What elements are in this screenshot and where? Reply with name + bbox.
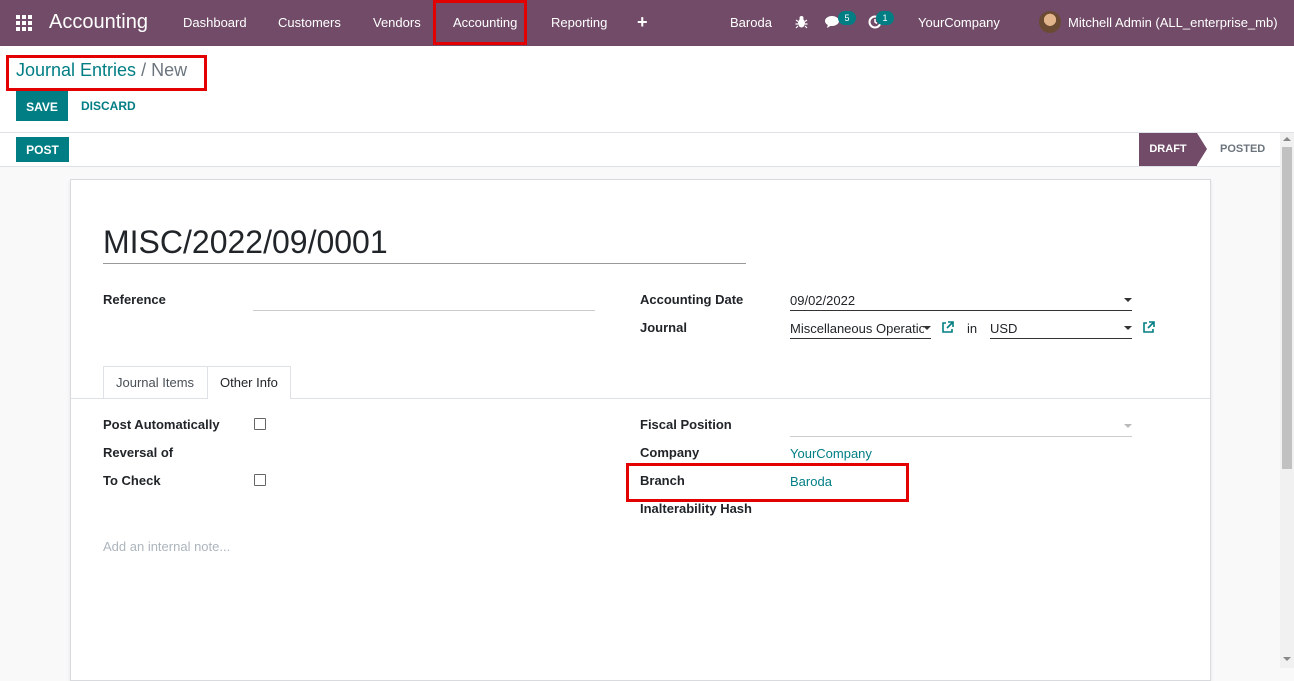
app-name[interactable]: Accounting bbox=[49, 11, 148, 34]
company-label: Company bbox=[640, 445, 700, 460]
journal-underline bbox=[790, 338, 931, 339]
breadcrumb: Journal Entries / New bbox=[16, 60, 187, 81]
fiscal-position-select[interactable] bbox=[790, 436, 1132, 437]
reference-label: Reference bbox=[103, 292, 166, 307]
post-automatically-checkbox[interactable] bbox=[254, 418, 266, 430]
scroll-down-icon[interactable] bbox=[1283, 657, 1291, 661]
post-button[interactable]: POST bbox=[16, 137, 69, 162]
save-button[interactable]: SAVE bbox=[16, 91, 68, 121]
branch-link[interactable]: Baroda bbox=[790, 474, 832, 489]
accounting-date-input[interactable]: 09/02/2022 bbox=[790, 293, 855, 308]
menu-vendors[interactable]: Vendors bbox=[373, 15, 421, 30]
internal-note-input[interactable]: Add an internal note... bbox=[103, 539, 230, 554]
scrollbar-thumb[interactable] bbox=[1282, 147, 1292, 469]
apps-menu-icon[interactable] bbox=[16, 15, 33, 31]
menu-customers[interactable]: Customers bbox=[278, 15, 341, 30]
plus-icon[interactable]: + bbox=[637, 12, 648, 33]
messages-badge: 5 bbox=[838, 11, 856, 25]
menu-accounting[interactable]: Accounting bbox=[453, 15, 517, 30]
tab-other-info[interactable]: Other Info bbox=[207, 366, 291, 399]
to-check-label: To Check bbox=[103, 473, 161, 488]
statusbar: POST DRAFT POSTED bbox=[0, 133, 1280, 167]
accounting-date-label: Accounting Date bbox=[640, 292, 744, 307]
company-switcher[interactable]: YourCompany bbox=[918, 15, 1000, 30]
in-label: in bbox=[967, 321, 978, 336]
company-link[interactable]: YourCompany bbox=[790, 446, 872, 461]
external-link-icon[interactable] bbox=[941, 321, 954, 334]
post-automatically-label: Post Automatically bbox=[103, 417, 220, 432]
chevron-down-icon[interactable] bbox=[1124, 298, 1132, 302]
bug-icon[interactable] bbox=[795, 15, 808, 29]
tab-journal-items[interactable]: Journal Items bbox=[103, 366, 208, 398]
currency-underline bbox=[990, 338, 1132, 339]
branch-switcher[interactable]: Baroda bbox=[730, 15, 772, 30]
accounting-date-underline bbox=[790, 310, 1132, 311]
fiscal-position-label: Fiscal Position bbox=[640, 417, 732, 432]
chevron-down-icon[interactable] bbox=[923, 326, 931, 330]
entry-name-underline bbox=[103, 263, 746, 264]
breadcrumb-current: New bbox=[151, 60, 188, 80]
scroll-up-icon[interactable] bbox=[1283, 137, 1291, 141]
menu-reporting[interactable]: Reporting bbox=[551, 15, 607, 30]
scrollbar[interactable] bbox=[1280, 133, 1294, 668]
branch-label: Branch bbox=[640, 473, 685, 488]
chevron-down-icon[interactable] bbox=[1124, 326, 1132, 330]
status-draft: DRAFT bbox=[1139, 133, 1207, 166]
user-menu[interactable]: Mitchell Admin (ALL_enterprise_mb) bbox=[1068, 15, 1278, 30]
currency-select[interactable]: USD bbox=[990, 321, 1017, 336]
chevron-down-icon[interactable] bbox=[1124, 424, 1132, 428]
breadcrumb-journal-entries[interactable]: Journal Entries bbox=[16, 60, 136, 80]
control-panel: Journal Entries / New SAVE DISCARD bbox=[0, 46, 1294, 133]
journal-select[interactable]: Miscellaneous Operatio bbox=[790, 321, 924, 336]
to-check-checkbox[interactable] bbox=[254, 474, 266, 486]
form-sheet: MISC/2022/09/0001 Reference Accounting D… bbox=[70, 179, 1211, 681]
reversal-of-label: Reversal of bbox=[103, 445, 174, 460]
external-link-icon[interactable] bbox=[1142, 321, 1155, 334]
status-posted[interactable]: POSTED bbox=[1220, 133, 1265, 166]
journal-label: Journal bbox=[640, 320, 687, 335]
menu-dashboard[interactable]: Dashboard bbox=[183, 15, 247, 30]
reference-input[interactable] bbox=[253, 310, 595, 311]
entry-name[interactable]: MISC/2022/09/0001 bbox=[103, 224, 388, 261]
breadcrumb-separator: / bbox=[141, 60, 147, 80]
discard-button[interactable]: DISCARD bbox=[81, 91, 136, 121]
top-navbar: Accounting Dashboard Customers Vendors A… bbox=[0, 0, 1294, 46]
inalterability-hash-label: Inalterability Hash bbox=[640, 501, 752, 516]
avatar[interactable] bbox=[1039, 11, 1061, 33]
activities-badge: 1 bbox=[876, 11, 894, 25]
